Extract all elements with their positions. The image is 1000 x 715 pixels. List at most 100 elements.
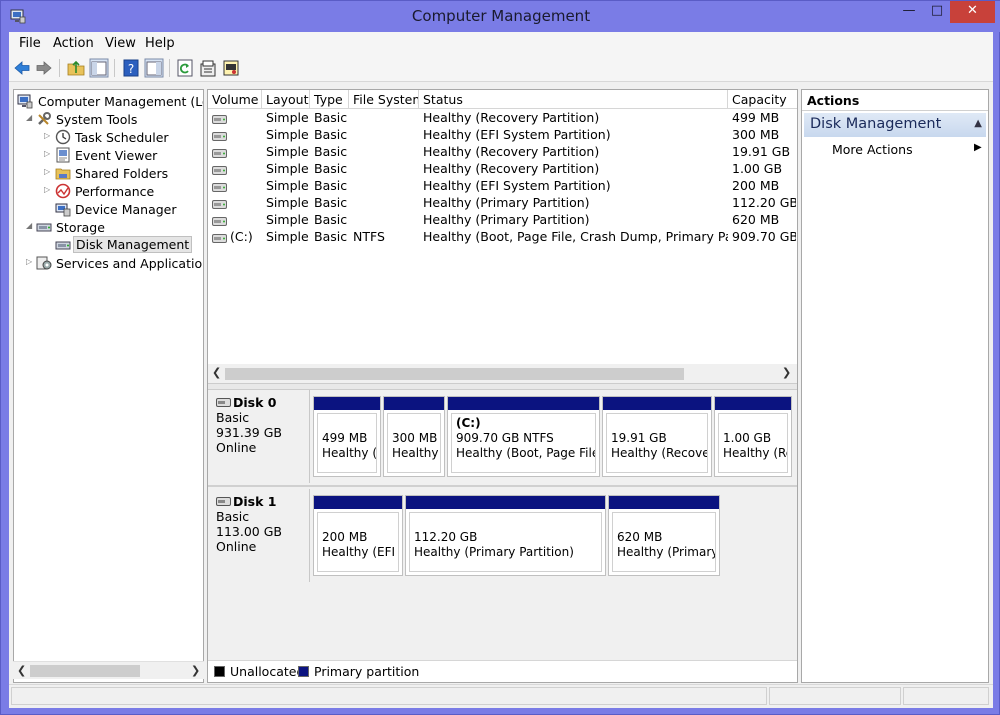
volume-row[interactable]: (C:) Simple Basic NTFS Healthy (Boot, Page F…	[208, 228, 797, 245]
volume-row[interactable]: Simple Basic Healthy (EFI System Partition…	[208, 126, 797, 143]
back-arrow-icon[interactable]	[12, 58, 32, 78]
partition-type-bar	[603, 397, 711, 410]
tree-horizontal-scrollbar[interactable]: ❮ ❯	[13, 661, 204, 679]
menu-file[interactable]: File	[19, 36, 41, 51]
partition-status: Healthy (	[392, 446, 440, 460]
volume-row[interactable]: Simple Basic Healthy (Primary Partition) 11…	[208, 194, 797, 211]
more-actions-item[interactable]: More Actions	[832, 142, 913, 157]
expand-icon[interactable]: ▷	[44, 131, 52, 141]
scrollbar-thumb[interactable]	[225, 368, 684, 380]
up-folder-icon[interactable]	[66, 58, 86, 78]
drive-icon	[212, 147, 227, 158]
help-icon[interactable]: ?	[121, 58, 141, 78]
tree-item-system-tools[interactable]: ◢ System Tools	[14, 110, 203, 128]
expand-icon[interactable]: ▷	[44, 149, 52, 159]
disk-label-1[interactable]: Disk 1 Basic 113.00 GB Online	[208, 489, 310, 582]
partition-block[interactable]: 300 MBHealthy (	[383, 396, 445, 477]
services-icon	[36, 255, 52, 271]
console-tree: Computer Management (Local ◢ System Tool…	[13, 89, 204, 683]
column-header-capacity[interactable]: Capacity	[728, 90, 797, 109]
partition-block[interactable]: 1.00 GBHealthy (Rec	[714, 396, 792, 477]
disk-settings-icon[interactable]	[221, 58, 241, 78]
volume-row[interactable]: Simple Basic Healthy (Primary Partition) 62…	[208, 211, 797, 228]
partition-block[interactable]: 112.20 GB Healthy (Primary Partition)	[405, 495, 606, 576]
scroll-left-icon[interactable]: ❮	[212, 366, 221, 379]
refresh-icon[interactable]	[175, 58, 195, 78]
column-header-type[interactable]: Type	[310, 90, 349, 109]
volume-row[interactable]: Simple Basic Healthy (Recovery Partition) 4…	[208, 109, 797, 126]
show-hide-tree-icon[interactable]	[89, 58, 109, 78]
cell-type: Basic	[314, 161, 348, 176]
volume-row[interactable]: Simple Basic Healthy (Recovery Partition) 1…	[208, 143, 797, 160]
partition-block[interactable]: 200 MBHealthy (EFI Sy	[313, 495, 403, 576]
menu-action[interactable]: Action	[53, 36, 94, 51]
drive-icon	[212, 113, 227, 124]
tree-item-computer-management[interactable]: Computer Management (Local	[14, 92, 203, 110]
scroll-right-icon[interactable]: ❯	[782, 366, 791, 379]
tree-item-shared-folders[interactable]: ▷ Shared Folders	[14, 164, 203, 182]
volume-list-horizontal-scrollbar[interactable]: ❮ ❯	[208, 364, 797, 383]
title-bar[interactable]: Computer Management — □ ✕	[1, 1, 1000, 32]
cell-layout: Simple	[266, 178, 309, 193]
cell-type: Basic	[314, 178, 348, 193]
show-hide-action-pane-icon[interactable]	[144, 58, 164, 78]
collapse-icon[interactable]: ◢	[26, 113, 34, 123]
forward-arrow-icon[interactable]	[34, 58, 54, 78]
tree-item-label: Computer Management (Local	[38, 94, 203, 109]
collapse-up-icon[interactable]: ▲	[974, 118, 982, 129]
tree-item-event-viewer[interactable]: ▷ Event Viewer	[14, 146, 203, 164]
actions-header: Actions	[802, 90, 988, 111]
expand-icon[interactable]: ▷	[44, 167, 52, 177]
partition-info: 112.20 GB Healthy (Primary Partition)	[409, 512, 602, 572]
tree-item-task-scheduler[interactable]: ▷ Task Scheduler	[14, 128, 203, 146]
cell-layout: Simple	[266, 127, 309, 142]
menu-help[interactable]: Help	[145, 36, 175, 51]
pane-splitter[interactable]	[208, 383, 797, 390]
submenu-arrow-icon[interactable]: ▶	[974, 142, 982, 153]
column-header-status[interactable]: Status	[419, 90, 728, 109]
app-window: Computer Management — □ ✕ File Action Vi…	[0, 0, 1000, 715]
partition-block[interactable]: (C:) 909.70 GB NTFS Healthy (Boot, Page Fi…	[447, 396, 600, 477]
collapse-icon[interactable]: ◢	[26, 221, 34, 231]
tree-item-label: System Tools	[56, 112, 138, 127]
tree-item-label: Storage	[56, 220, 105, 235]
column-header-layout[interactable]: Layout	[262, 90, 310, 109]
properties-icon[interactable]	[198, 58, 218, 78]
expand-icon[interactable]: ▷	[44, 185, 52, 195]
cell-status: Healthy (EFI System Partition)	[423, 178, 611, 193]
tree-item-device-manager[interactable]: Device Manager	[14, 200, 203, 218]
tree-item-services-and-applications[interactable]: ▷ Services and Applications	[14, 254, 203, 272]
menu-view[interactable]: View	[105, 36, 136, 51]
storage-icon	[36, 219, 52, 235]
partition-block[interactable]: 499 MBHealthy (R	[313, 396, 381, 477]
partition-title	[617, 515, 711, 530]
volume-row[interactable]: Simple Basic Healthy (EFI System Partition…	[208, 177, 797, 194]
status-segment	[903, 687, 989, 705]
partition-block[interactable]: 620 MBHealthy (Primary P	[608, 495, 720, 576]
disk-separator	[208, 485, 797, 487]
minimize-button[interactable]: —	[894, 1, 924, 23]
tree-item-storage[interactable]: ◢ Storage	[14, 218, 203, 236]
scrollbar-thumb[interactable]	[30, 665, 140, 677]
partition-type-bar	[715, 397, 791, 410]
partition-type-bar	[314, 496, 402, 509]
volume-row[interactable]: Simple Basic Healthy (Recovery Partition) 1…	[208, 160, 797, 177]
disk-size: 931.39 GB	[216, 425, 282, 440]
cell-fs: NTFS	[353, 229, 385, 244]
tree-item-label: Shared Folders	[75, 166, 169, 181]
maximize-button[interactable]: □	[924, 1, 950, 23]
partition-block[interactable]: 19.91 GBHealthy (Recovery	[602, 396, 712, 477]
expand-icon[interactable]: ▷	[26, 257, 34, 267]
partition-info: 620 MBHealthy (Primary P	[612, 512, 716, 572]
tree-item-disk-management[interactable]: Disk Management	[14, 236, 203, 254]
disk-label-0[interactable]: Disk 0 Basic 931.39 GB Online	[208, 390, 310, 483]
scroll-left-icon[interactable]: ❮	[17, 664, 26, 677]
close-button[interactable]: ✕	[950, 1, 995, 23]
column-header-volume[interactable]: Volume	[208, 90, 262, 109]
actions-section-disk-management[interactable]: Disk Management ▲	[804, 113, 986, 137]
scroll-right-icon[interactable]: ❯	[191, 664, 200, 677]
disk-size: 113.00 GB	[216, 524, 282, 539]
partition-status: Healthy (Boot, Page File, C	[456, 446, 595, 460]
tree-item-performance[interactable]: ▷ Performance	[14, 182, 203, 200]
column-header-file-system[interactable]: File System	[349, 90, 419, 109]
